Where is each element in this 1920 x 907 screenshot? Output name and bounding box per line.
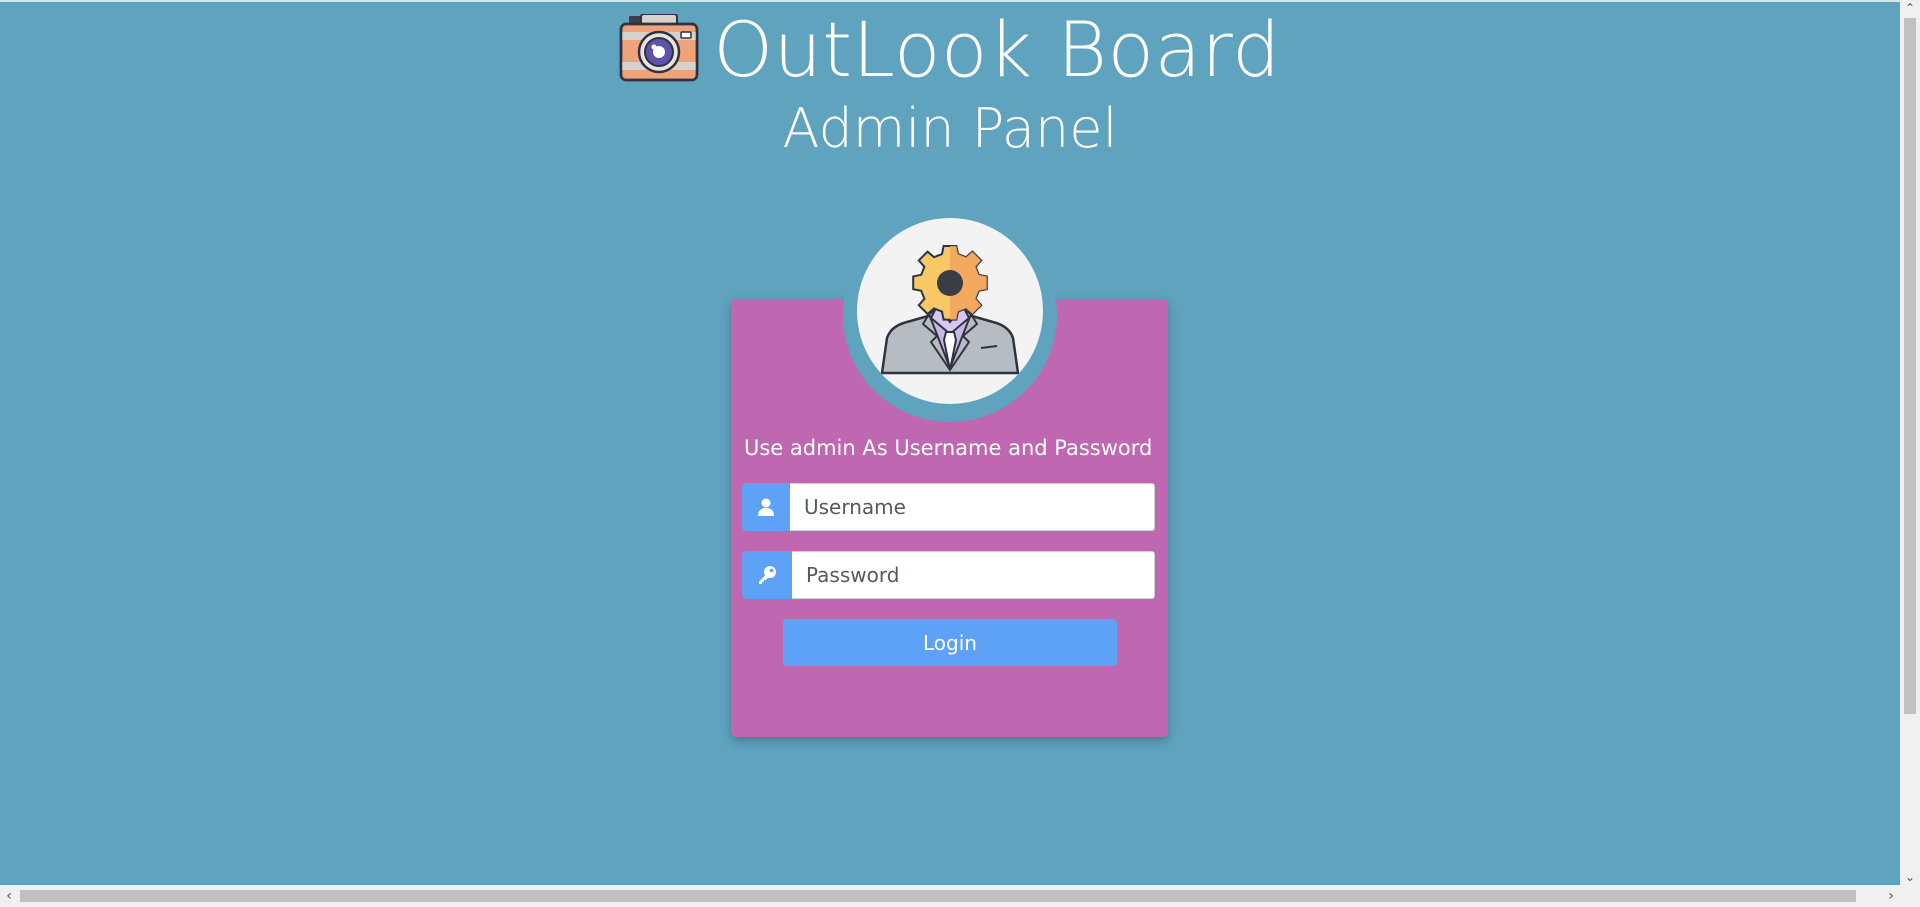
horizontal-scrollbar[interactable]: ‹ › xyxy=(0,885,1900,907)
key-icon xyxy=(742,551,792,599)
scroll-left-icon[interactable]: ‹ xyxy=(0,885,18,907)
username-input[interactable] xyxy=(790,483,1155,531)
admin-gear-avatar-icon xyxy=(857,218,1043,404)
username-group xyxy=(742,483,1155,531)
scroll-up-icon[interactable]: ⌃ xyxy=(1900,0,1920,16)
login-hint: Use admin As Username and Password xyxy=(744,436,1153,460)
brand: OutLook Board xyxy=(619,12,1280,88)
page-header: OutLook Board Admin Panel xyxy=(0,12,1900,156)
password-input[interactable] xyxy=(792,551,1155,599)
scroll-down-icon[interactable]: ⌄ xyxy=(1900,869,1920,885)
scrollbar-corner xyxy=(1900,885,1920,907)
login-button[interactable]: Login xyxy=(783,619,1117,666)
brand-title: OutLook Board xyxy=(713,5,1281,94)
user-icon xyxy=(742,483,790,531)
page-viewport: OutLook Board Admin Panel Use admin As U… xyxy=(0,0,1900,885)
camera-icon xyxy=(619,13,699,86)
horizontal-scroll-thumb[interactable] xyxy=(20,890,1856,902)
vertical-scrollbar[interactable]: ⌃ ⌄ xyxy=(1900,0,1920,885)
vertical-scroll-thumb[interactable] xyxy=(1904,18,1916,714)
password-group xyxy=(742,551,1155,599)
page-subtitle: Admin Panel xyxy=(782,97,1118,160)
scroll-right-icon[interactable]: › xyxy=(1882,885,1900,907)
